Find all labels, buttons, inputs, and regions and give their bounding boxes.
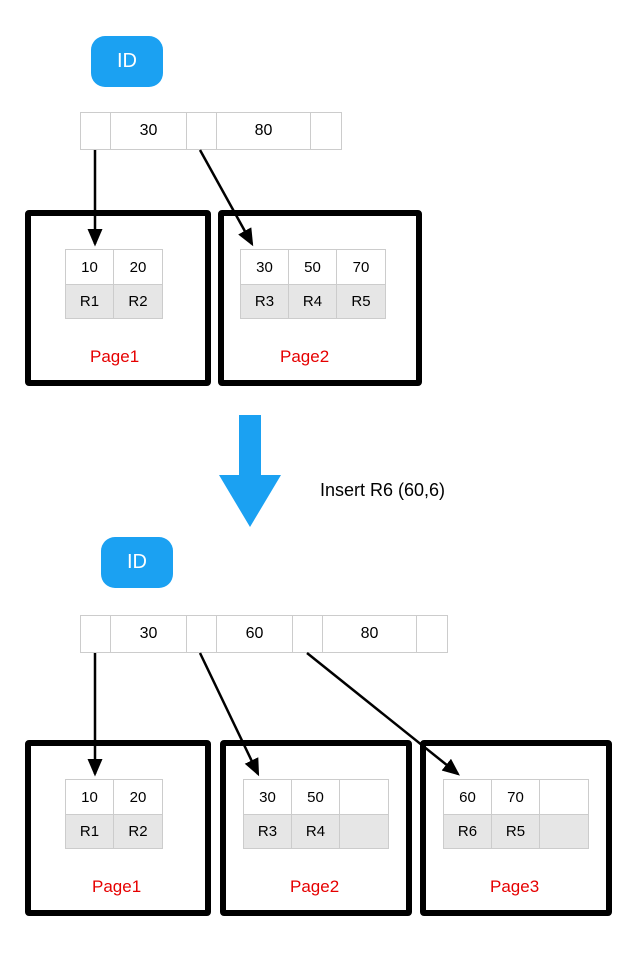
leaf-table: 30 50 70 R3 R4 R5 [240,249,386,319]
ref-cell: R3 [244,814,292,848]
table-row: R3 R4 [244,814,388,848]
table-row: R1 R2 [66,814,162,848]
ref-cell [340,814,388,848]
key-cell [540,780,588,814]
root-key: 60 [217,616,293,652]
page-label: Page1 [92,877,141,897]
root-node-bottom: 30 60 80 [80,615,448,653]
ref-cell: R4 [289,284,337,318]
table-row: 30 50 70 [241,250,385,284]
root-ptr [81,616,111,652]
ref-cell: R2 [114,814,162,848]
ref-cell: R4 [292,814,340,848]
ref-cell: R6 [444,814,492,848]
key-cell: 70 [337,250,385,284]
root-key: 30 [111,113,187,149]
key-cell: 60 [444,780,492,814]
table-row: R1 R2 [66,284,162,318]
root-ptr [187,113,217,149]
leaf-table: 10 20 R1 R2 [65,779,163,849]
ref-cell: R2 [114,284,162,318]
table-row: 60 70 [444,780,588,814]
leaf-table: 60 70 R6 R5 [443,779,589,849]
ref-cell: R1 [66,284,114,318]
leaf-table: 10 20 R1 R2 [65,249,163,319]
root-ptr [81,113,111,149]
leaf-table: 30 50 R3 R4 [243,779,389,849]
key-cell: 10 [66,780,114,814]
table-row: 10 20 [66,250,162,284]
key-cell: 10 [66,250,114,284]
page-label: Page2 [290,877,339,897]
flow-arrow-icon [215,415,285,535]
ref-cell: R3 [241,284,289,318]
page-label: Page2 [280,347,329,367]
root-key: 80 [217,113,311,149]
root-key: 30 [111,616,187,652]
root-node-top: 30 80 [80,112,342,150]
key-cell: 30 [241,250,289,284]
root-ptr [293,616,323,652]
page-label: Page1 [90,347,139,367]
ref-cell: R5 [492,814,540,848]
key-cell [340,780,388,814]
table-row: R3 R4 R5 [241,284,385,318]
root-ptr [417,616,447,652]
key-cell: 20 [114,250,162,284]
table-row: 10 20 [66,780,162,814]
key-cell: 50 [292,780,340,814]
insert-label: Insert R6 (60,6) [320,480,445,501]
key-cell: 70 [492,780,540,814]
ref-cell: R1 [66,814,114,848]
id-badge-top: ID [91,36,163,87]
key-cell: 50 [289,250,337,284]
root-key: 80 [323,616,417,652]
ref-cell [540,814,588,848]
page-label: Page3 [490,877,539,897]
key-cell: 20 [114,780,162,814]
key-cell: 30 [244,780,292,814]
table-row: 30 50 [244,780,388,814]
root-ptr [187,616,217,652]
root-ptr [311,113,341,149]
ref-cell: R5 [337,284,385,318]
table-row: R6 R5 [444,814,588,848]
id-badge-bottom: ID [101,537,173,588]
